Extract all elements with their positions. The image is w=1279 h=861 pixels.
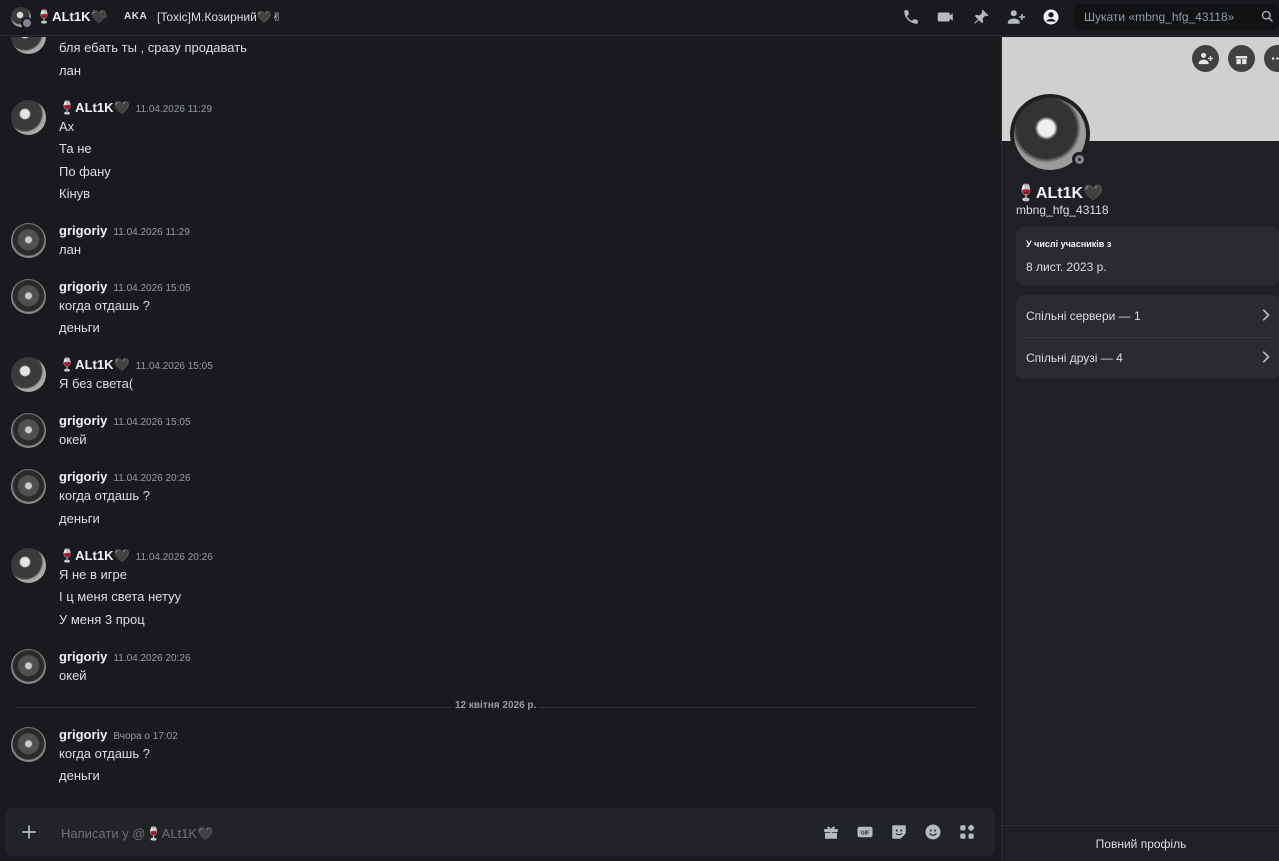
profile-actions — [1192, 45, 1279, 72]
message-text: окей — [59, 432, 87, 447]
pin-icon[interactable] — [970, 6, 992, 28]
message-timestamp: 11.04.2026 15:05 — [135, 361, 213, 372]
emoji-icon[interactable] — [923, 822, 943, 842]
attach-plus-icon[interactable] — [19, 822, 39, 842]
message-text: лан — [59, 242, 81, 257]
message-text: деньги — [59, 320, 100, 335]
message-timestamp: 11.04.2026 15:05 — [113, 283, 191, 294]
add-friend-button[interactable] — [1192, 45, 1219, 72]
title-separator — [104, 15, 107, 18]
top-bar: 🍷ALt1K🖤 AKA [Toxic]М.Козирний🖤✌ — [0, 0, 1279, 36]
more-options-button[interactable] — [1264, 45, 1279, 72]
search-input[interactable] — [1082, 9, 1253, 25]
mutual-friends-row[interactable]: Спільні друзі — 4 — [1026, 337, 1270, 379]
sticker-icon[interactable] — [889, 822, 909, 842]
apps-icon[interactable] — [957, 822, 977, 842]
full-profile-button[interactable]: Повний профіль — [1002, 825, 1279, 861]
status-indicator — [1072, 152, 1086, 166]
message-author[interactable]: 🍷ALt1K🖤 11.04.2026 11:29 — [59, 100, 212, 116]
gif-icon[interactable]: GIF — [855, 822, 875, 842]
avatar[interactable] — [11, 357, 46, 392]
composer-icons: GIF — [821, 822, 977, 842]
member-since-value: 8 лист. 2023 р. — [1026, 260, 1107, 274]
message-text: Кінув — [59, 186, 91, 201]
message-timestamp: 11.04.2026 11:29 — [135, 104, 213, 115]
member-since-label: У числі учасників з — [1026, 239, 1112, 249]
message-author[interactable]: grigoriy 11.04.2026 15:05 — [59, 413, 191, 428]
message-timestamp: 11.04.2026 20:26 — [113, 473, 191, 484]
svg-text:GIF: GIF — [861, 831, 871, 837]
message-author[interactable]: grigoriy Вчора о 17:02 — [59, 727, 178, 742]
message-composer: GIF — [5, 808, 995, 856]
message-text: когда отдашь ? — [59, 746, 150, 761]
message-text: По фану — [59, 164, 111, 179]
message-input[interactable] — [59, 821, 763, 845]
message-text: когда отдашь ? — [59, 298, 150, 313]
phone-icon[interactable] — [900, 6, 922, 28]
profile-icon[interactable] — [1040, 6, 1062, 28]
mutual-servers-row[interactable]: Спільні сервери — 1 — [1026, 295, 1270, 338]
message-text: У меня 3 проц — [59, 612, 145, 627]
add-member-icon[interactable] — [1005, 6, 1027, 28]
message-text: лан — [59, 63, 81, 78]
avatar[interactable] — [11, 100, 46, 135]
user-profile-panel: 🍷ALt1K🖤 mbng_hfg_43118 У числі учасників… — [1001, 37, 1279, 861]
message-timestamp: 11.04.2026 20:26 — [113, 653, 191, 664]
profile-display-name: 🍷ALt1K🖤 — [1016, 185, 1103, 202]
chevron-right-icon — [1258, 308, 1272, 327]
avatar[interactable] — [11, 469, 46, 504]
message-timestamp: 11.04.2026 15:05 — [113, 417, 191, 428]
message-text: деньги — [59, 511, 100, 526]
avatar[interactable] — [11, 413, 46, 448]
member-since-card: У числі учасників з 8 лист. 2023 р. — [1016, 227, 1279, 285]
message-timestamp: 11.04.2026 11:29 — [113, 227, 190, 238]
message-author[interactable]: grigoriy 11.04.2026 20:26 — [59, 649, 191, 664]
message-list[interactable]: бля ебать ты , сразу продавать лан 🍷ALt1… — [0, 37, 1000, 803]
message-text: деньги — [59, 768, 100, 783]
avatar[interactable] — [11, 548, 46, 583]
avatar[interactable] — [11, 279, 46, 314]
mutual-servers-label: Спільні сервери — 1 — [1026, 309, 1141, 323]
gift-button[interactable] — [1228, 45, 1255, 72]
message-text: І ц меня света нетуу — [59, 589, 182, 604]
full-profile-label: Повний профіль — [1095, 836, 1187, 851]
message-text: Та не — [59, 141, 92, 156]
message-author[interactable]: grigoriy 11.04.2026 15:05 — [59, 279, 191, 294]
aka-label: AKA — [124, 11, 148, 22]
message-timestamp: 11.04.2026 20:26 — [135, 552, 213, 563]
gift-icon[interactable] — [821, 822, 841, 842]
message-text: Я не в игре — [59, 567, 128, 582]
dm-avatar[interactable] — [11, 7, 33, 29]
profile-avatar[interactable] — [1010, 94, 1090, 174]
message-text: окей — [59, 668, 87, 683]
message-text: Ах — [59, 119, 75, 134]
profile-username[interactable]: mbng_hfg_43118 — [1016, 203, 1109, 217]
avatar[interactable] — [11, 37, 46, 54]
message-text: Я без света( — [59, 376, 134, 391]
message-text: бля ебать ты , сразу продавать — [59, 40, 247, 55]
avatar[interactable] — [11, 649, 46, 684]
video-icon[interactable] — [935, 6, 957, 28]
message-text: когда отдашь ? — [59, 488, 150, 503]
avatar[interactable] — [11, 727, 46, 762]
message-author[interactable]: 🍷ALt1K🖤 11.04.2026 20:26 — [59, 548, 213, 564]
search-icon[interactable] — [1260, 9, 1275, 29]
message-author[interactable]: grigoriy 11.04.2026 11:29 — [59, 223, 190, 238]
search-box[interactable] — [1074, 4, 1279, 30]
chevron-right-icon — [1258, 350, 1272, 369]
toolbar-icons — [900, 6, 1062, 28]
mutual-friends-label: Спільні друзі — 4 — [1026, 351, 1123, 365]
date-divider-label: 12 квітня 2026 р. — [452, 700, 540, 711]
avatar[interactable] — [11, 223, 46, 258]
message-timestamp: Вчора о 17:02 — [113, 731, 178, 742]
aka-value: [Toxic]М.Козирний🖤✌ — [157, 10, 282, 24]
status-indicator — [21, 17, 33, 29]
message-author[interactable]: grigoriy 11.04.2026 20:26 — [59, 469, 191, 484]
mutual-card: Спільні сервери — 1 Спільні друзі — 4 — [1016, 295, 1279, 379]
dm-title: 🍷ALt1K🖤 — [36, 9, 107, 24]
message-author[interactable]: 🍷ALt1K🖤 11.04.2026 15:05 — [59, 357, 213, 373]
